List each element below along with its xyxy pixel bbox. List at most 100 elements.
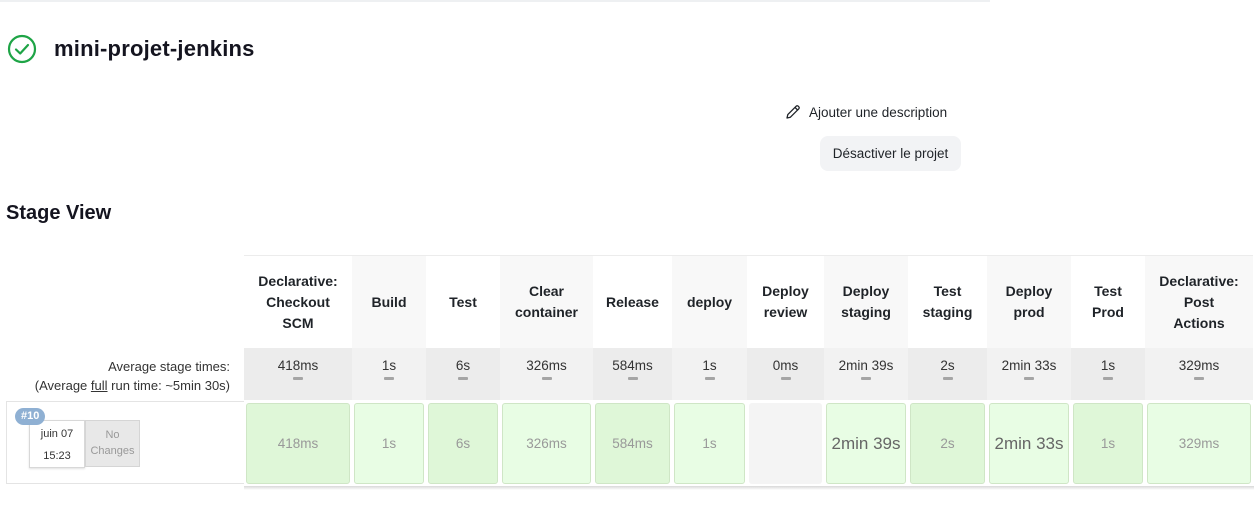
stage-name: Test [449, 292, 477, 313]
stage-average-time: 584ms [593, 348, 672, 400]
stage-name-line: Deploy [842, 283, 890, 299]
stage-run-cell[interactable]: 1s [674, 403, 745, 484]
stage-run-cell[interactable]: 326ms [502, 403, 591, 484]
stage-view-shadow [244, 486, 1254, 490]
stage-column: deploy 1s 1s [672, 255, 747, 491]
stage-header: Test staging [908, 255, 987, 348]
stage-average-time: 1s [352, 348, 426, 400]
stage-average-time: 2min 39s [824, 348, 908, 400]
stage-average-time: 326ms [500, 348, 593, 400]
stage-name-line: SCM [282, 314, 314, 331]
stage-column: Test 6s 6s [426, 255, 500, 491]
stage-average-value: 0ms [772, 358, 799, 373]
stage-name-line: deploy [686, 293, 733, 310]
stage-name: Build [372, 292, 407, 313]
stage-run-cell[interactable]: 1s [1073, 403, 1143, 484]
stage-name-line: Test [1094, 283, 1122, 299]
stage-name-line: Declarative: [258, 272, 338, 289]
stage-column: Clear container 326ms 326ms [500, 255, 593, 491]
stage-average-value: 584ms [612, 358, 653, 373]
build-date-time: 15:23 [43, 450, 71, 462]
stage-average-value: 2min 39s [838, 358, 894, 373]
disable-project-button[interactable]: Désactiver le projet [820, 136, 961, 171]
stage-average-bar [704, 377, 715, 380]
stage-name-line: Clear [528, 283, 564, 299]
stage-average-time: 329ms [1145, 348, 1253, 400]
stage-run-cell[interactable]: 584ms [595, 403, 670, 484]
stage-name: Deploy prod [1006, 281, 1053, 323]
stage-header: Build [352, 255, 426, 348]
stage-column: Declarative: Post Actions 329ms 329ms [1145, 255, 1253, 491]
stage-header: Declarative: Post Actions [1145, 255, 1253, 348]
stage-name-line: Test [933, 283, 962, 299]
stage-column: Declarative: Checkout SCM 418ms 418ms [244, 255, 352, 491]
stage-run-cell[interactable]: 1s [354, 403, 424, 484]
stage-name-line: Declarative: [1159, 272, 1239, 289]
top-divider [0, 0, 990, 2]
stage-name: Declarative: Checkout SCM [258, 271, 337, 334]
stage-average-bar [780, 377, 791, 380]
stage-column: Deploy staging 2min 39s 2min 39s [824, 255, 908, 491]
stage-average-time: 6s [426, 348, 500, 400]
stage-run-cell[interactable] [749, 403, 822, 484]
stage-average-time: 0ms [747, 348, 824, 400]
stage-name-line: staging [922, 304, 973, 320]
stage-name-line: Deploy [1005, 283, 1053, 299]
full-run-link[interactable]: full [91, 378, 108, 393]
success-check-circle-icon [7, 34, 37, 64]
stage-average-bar [293, 377, 303, 380]
stage-name: deploy [687, 292, 732, 313]
build-row: #10 juin 07 15:23 No Changes [6, 401, 244, 484]
pencil-icon [786, 105, 800, 119]
add-description-label: Ajouter une description [809, 104, 948, 120]
stage-header: Test Prod [1071, 255, 1145, 348]
stage-average-bar [861, 377, 871, 380]
stage-header: Clear container [500, 255, 593, 348]
add-description-link[interactable]: Ajouter une description [784, 101, 947, 123]
stage-run-cell[interactable]: 418ms [246, 403, 350, 484]
stage-average-value: 2min 33s [1001, 358, 1057, 373]
stage-column: Test staging 2s 2s [908, 255, 987, 491]
stage-name-line: Post [1183, 293, 1215, 310]
stage-header: Deploy staging [824, 255, 908, 348]
stage-run-cell[interactable]: 6s [428, 403, 498, 484]
build-number-badge[interactable]: #10 [15, 408, 46, 425]
stage-average-value: 329ms [1178, 358, 1220, 373]
stage-average-bar [458, 377, 468, 380]
stage-run-cell[interactable]: 2min 33s [989, 403, 1069, 484]
stage-average-bar [1194, 377, 1204, 380]
stage-average-bar [541, 377, 552, 380]
stage-name-line: Prod [1092, 304, 1124, 320]
stage-header: deploy [672, 255, 747, 348]
stage-average-value: 1s [702, 358, 717, 373]
average-label-line2: (Average full run time: ~5min 30s) [0, 376, 230, 395]
stage-average-value: 418ms [277, 358, 319, 373]
average-label-line1: Average stage times: [108, 359, 230, 374]
build-changes: No Changes [85, 420, 140, 467]
stage-header: Test [426, 255, 500, 348]
stage-average-time: 418ms [244, 348, 352, 400]
stage-average-value: 1s [381, 358, 397, 373]
stage-header: Declarative: Checkout SCM [244, 255, 352, 348]
stage-average-bar [1103, 377, 1113, 380]
stage-header: Deploy prod [987, 255, 1071, 348]
stage-name: Release [606, 292, 659, 313]
stage-name-line: Build [371, 293, 407, 310]
stage-run-cell[interactable]: 329ms [1147, 403, 1251, 484]
stage-name-line: review [763, 304, 808, 320]
stage-run-cell[interactable]: 2s [910, 403, 985, 484]
stage-average-bar [1024, 377, 1034, 380]
build-date: juin 07 15:23 [29, 420, 85, 468]
stage-run-cell[interactable]: 2min 39s [826, 403, 906, 484]
stage-name-line: staging [841, 304, 891, 320]
stage-column: Deploy prod 2min 33s 2min 33s [987, 255, 1071, 491]
stage-name: Test staging [923, 281, 973, 323]
build-date-day: juin 07 [40, 428, 74, 440]
stage-average-value: 6s [455, 358, 471, 373]
stage-name: Clear container [515, 281, 578, 323]
stage-average-bar [942, 377, 953, 380]
stage-average-bar [384, 377, 394, 380]
stage-average-time: 1s [672, 348, 747, 400]
stage-name-line: Actions [1173, 314, 1225, 331]
stage-name: Test Prod [1092, 281, 1124, 323]
